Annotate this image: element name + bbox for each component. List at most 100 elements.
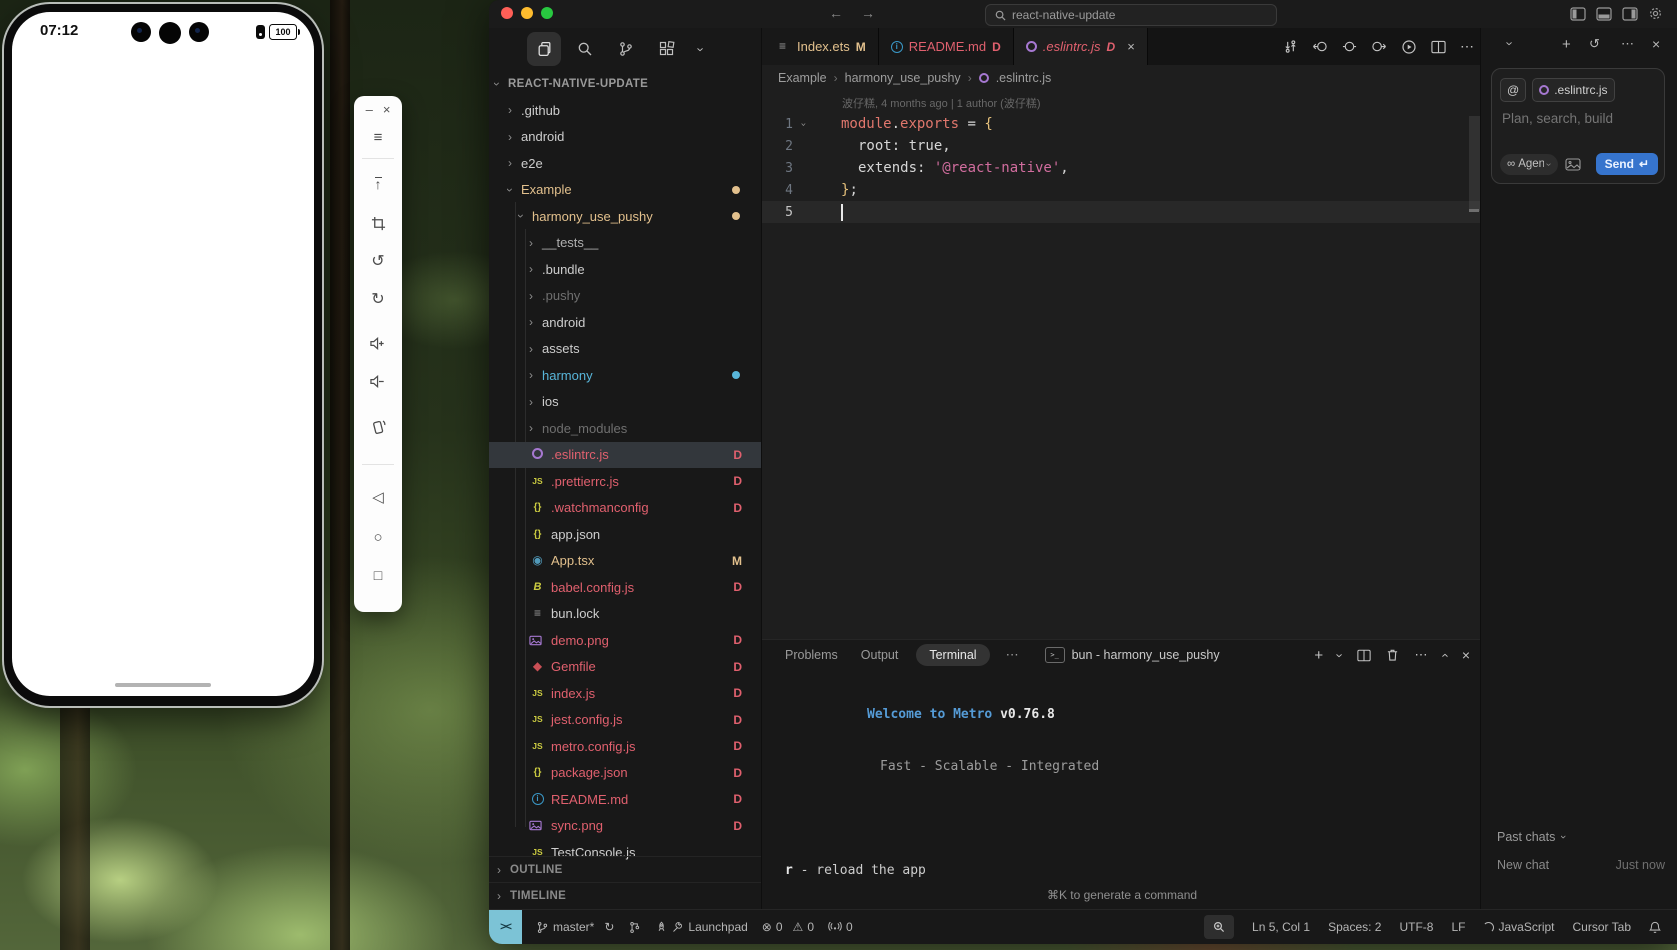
nav-forward-icon[interactable]: → [861, 5, 875, 21]
remote-indicator[interactable]: >< [489, 910, 522, 944]
tree-item-node-modules[interactable]: node_modules [489, 415, 761, 442]
panel-more-icon[interactable]: ⋯ [1006, 647, 1019, 663]
terminal-dropdown-icon[interactable]: › [1333, 653, 1348, 657]
nav-back-icon[interactable]: ← [829, 5, 843, 21]
cursor-tab-status[interactable]: Cursor Tab [1573, 920, 1631, 934]
rotate-right-icon[interactable]: ↻ [354, 286, 402, 312]
tree-item-harmony-use-pushy[interactable]: harmony_use_pushy [489, 203, 761, 230]
crop-icon[interactable] [354, 210, 402, 236]
rotate-left-icon[interactable]: ↺ [354, 248, 402, 274]
split-terminal-icon[interactable] [1357, 649, 1371, 662]
eol-status[interactable]: LF [1451, 920, 1465, 934]
ports-status[interactable]: 0 [828, 920, 853, 934]
tree-item-app-json[interactable]: app.json [489, 521, 761, 548]
tree-item-bun-lock[interactable]: bun.lock [489, 601, 761, 628]
extensions-tab-icon[interactable] [650, 32, 684, 66]
tree-item-tests[interactable]: __tests__ [489, 230, 761, 257]
add-context-button[interactable]: @ [1500, 78, 1526, 102]
tree-item-index-js[interactable]: index.jsD [489, 680, 761, 707]
tree-item-android2[interactable]: android [489, 309, 761, 336]
past-chats[interactable]: Past chats› [1497, 830, 1565, 844]
zoom-status-icon[interactable] [1204, 915, 1234, 939]
outline-section[interactable]: OUTLINE [489, 856, 761, 883]
sync-icon[interactable]: ↻ [604, 920, 614, 934]
context-file-chip[interactable]: .eslintrc.js [1532, 78, 1614, 102]
toggle-panel-icon[interactable] [1596, 7, 1612, 21]
indent-status[interactable]: Spaces: 2 [1328, 920, 1381, 934]
git-branch-status[interactable]: master* ↻ [536, 920, 614, 934]
panel-tab-terminal[interactable]: Terminal [916, 644, 989, 666]
split-editor-icon[interactable] [1431, 40, 1446, 54]
tree-item-jest-config[interactable]: jest.config.jsD [489, 707, 761, 734]
command-search-input[interactable]: react-native-update [985, 4, 1277, 26]
toggle-left-sidebar-icon[interactable] [1570, 7, 1586, 21]
tree-root-header[interactable]: REACT-NATIVE-UPDATE [489, 70, 761, 97]
new-terminal-icon[interactable]: + [1314, 647, 1323, 664]
new-chat-icon[interactable]: + [1562, 36, 1571, 53]
next-change-icon[interactable] [1371, 39, 1387, 54]
previous-change-icon[interactable] [1312, 39, 1328, 54]
phone-screen[interactable]: 07:12 100 [12, 12, 314, 696]
tree-item-gemfile[interactable]: GemfileD [489, 654, 761, 681]
git-graph-icon[interactable] [628, 921, 641, 934]
mode-selector[interactable]: ∞Agent› [1500, 154, 1558, 175]
chevron-down-icon[interactable]: › [691, 32, 711, 66]
tab-readme-md[interactable]: i README.md D [879, 28, 1014, 65]
more-actions-icon[interactable]: ⋯ [1460, 38, 1474, 55]
toggle-right-sidebar-icon[interactable] [1622, 7, 1638, 21]
tree-item-ios[interactable]: ios [489, 389, 761, 416]
current-change-icon[interactable] [1342, 39, 1357, 54]
minimize-button[interactable]: – [366, 102, 373, 117]
close-button[interactable]: × [383, 102, 391, 117]
tree-item-package-json[interactable]: package.jsonD [489, 760, 761, 787]
panel-tab-problems[interactable]: Problems [785, 648, 838, 662]
maximize-panel-icon[interactable]: › [1437, 653, 1452, 657]
close-traffic-light[interactable] [501, 7, 513, 19]
tree-item-assets[interactable]: assets [489, 336, 761, 363]
problems-status[interactable]: ⊗0 ⚠0 [762, 920, 814, 934]
explorer-tab-icon[interactable] [527, 32, 561, 66]
close-panel-icon[interactable]: × [1462, 647, 1470, 663]
breadcrumb-item[interactable]: Example [778, 71, 827, 85]
nav-back-icon[interactable]: ◁ [354, 484, 402, 510]
volume-down-icon[interactable] [354, 368, 402, 394]
tree-item-demo-png[interactable]: demo.pngD [489, 627, 761, 654]
encoding-status[interactable]: UTF-8 [1399, 920, 1433, 934]
new-chat-item[interactable]: New chat [1497, 858, 1549, 872]
kill-terminal-icon[interactable] [1386, 648, 1399, 662]
breadcrumb-item[interactable]: harmony_use_pushy [845, 71, 961, 85]
timeline-section[interactable]: TIMELINE [489, 882, 761, 909]
gear-icon[interactable] [1648, 6, 1663, 21]
tree-item-github[interactable]: .github [489, 97, 761, 124]
tree-item-metro-config[interactable]: metro.config.jsD [489, 733, 761, 760]
rotate-device-icon[interactable] [354, 414, 402, 440]
tree-item-sync-png[interactable]: sync.pngD [489, 813, 761, 840]
tab-eslintrc-js[interactable]: .eslintrc.js D × [1014, 28, 1148, 65]
menu-icon[interactable]: ≡ [354, 124, 402, 150]
tree-item-eslintrc-js[interactable]: .eslintrc.jsD [489, 442, 761, 469]
tree-item-bundle[interactable]: .bundle [489, 256, 761, 283]
git-compare-icon[interactable] [1283, 39, 1298, 54]
chat-input-box[interactable]: @ .eslintrc.js Plan, search, build ∞Agen… [1491, 68, 1665, 184]
tree-item-babel-config[interactable]: babel.config.jsD [489, 574, 761, 601]
run-debug-icon[interactable] [1401, 39, 1417, 55]
screenshot-upload-icon[interactable]: ↑ [354, 170, 402, 196]
volume-up-icon[interactable] [354, 330, 402, 356]
nav-recents-icon[interactable]: □ [354, 562, 402, 588]
tree-item-pushy[interactable]: .pushy [489, 283, 761, 310]
tree-item-e2e[interactable]: e2e [489, 150, 761, 177]
search-tab-icon[interactable] [568, 32, 602, 66]
minimize-traffic-light[interactable] [521, 7, 533, 19]
nav-home-icon[interactable]: ○ [354, 524, 402, 550]
chat-more-icon[interactable]: ⋯ [1621, 36, 1634, 52]
tree-item-app-tsx[interactable]: App.tsxM [489, 548, 761, 575]
bell-icon[interactable] [1649, 921, 1661, 934]
breadcrumb-item[interactable]: .eslintrc.js [996, 71, 1052, 85]
tree-item-example[interactable]: Example [489, 177, 761, 204]
tree-item-android[interactable]: android [489, 124, 761, 151]
tree-item-harmony[interactable]: harmony [489, 362, 761, 389]
terminal-session[interactable]: >_ bun - harmony_use_pushy [1045, 647, 1220, 663]
close-tab-icon[interactable]: × [1127, 39, 1135, 54]
phone-emulator[interactable]: 07:12 100 [4, 4, 322, 706]
language-status[interactable]: JavaScript [1483, 920, 1554, 934]
